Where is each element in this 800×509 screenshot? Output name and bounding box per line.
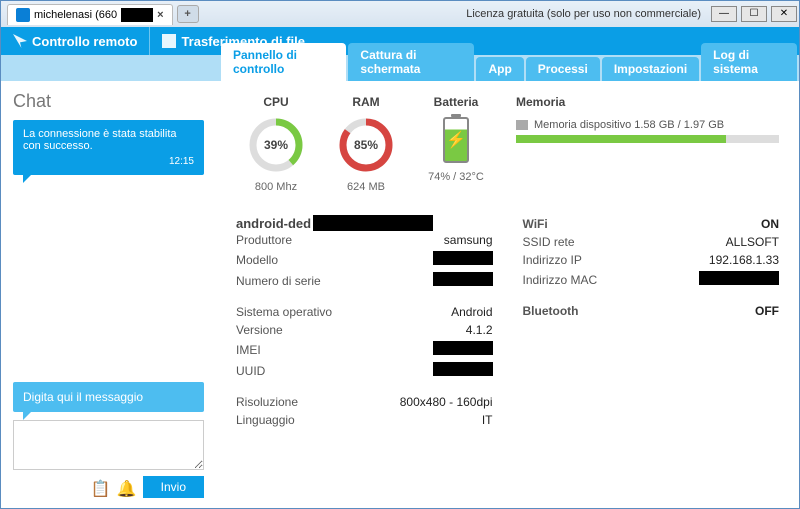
tab-title: michelenasi (660 — [34, 9, 117, 21]
chat-input-hint: Digita qui il messaggio — [13, 382, 204, 412]
tab-app[interactable]: App — [476, 57, 523, 81]
file-transfer-icon — [162, 34, 176, 48]
tab-screenshot[interactable]: Cattura di schermata — [348, 43, 474, 81]
maximize-button[interactable]: ☐ — [741, 6, 767, 22]
memory-text: Memoria dispositivo 1.58 GB / 1.97 GB — [534, 119, 724, 131]
tab-processes[interactable]: Processi — [526, 57, 600, 81]
cursor-icon — [13, 34, 27, 48]
cpu-label: CPU — [236, 95, 316, 109]
license-text: Licenza gratuita (solo per uso non comme… — [466, 8, 701, 20]
ram-donut: 85% — [338, 117, 394, 173]
ram-pct: 85% — [338, 117, 394, 173]
main-tabs: Pannello di controllo Cattura di scherma… — [1, 55, 799, 81]
battery-sub: 74% / 32°C — [416, 171, 496, 183]
dashboard-content: CPU 39% 800 Mhz RAM 85% 624 MB Batteria … — [216, 81, 799, 508]
nudge-icon[interactable]: 🔔 — [117, 479, 133, 495]
device-name: android-ded — [236, 215, 493, 231]
cpu-sub: 800 Mhz — [236, 181, 316, 193]
minimize-button[interactable]: — — [711, 6, 737, 22]
chat-input[interactable] — [13, 420, 204, 470]
redacted — [699, 271, 779, 285]
memory-bar — [516, 135, 779, 143]
tab-syslog[interactable]: Log di sistema — [701, 43, 797, 81]
chat-panel: Chat La connessione è stata stabilita co… — [1, 81, 216, 508]
clipboard-icon[interactable]: 📋 — [91, 479, 107, 495]
battery-label: Batteria — [416, 95, 496, 109]
chat-message-time: 12:15 — [23, 156, 194, 167]
ram-gauge: RAM 85% 624 MB — [326, 95, 406, 193]
device-column: android-ded Produttoresamsung Modello Nu… — [236, 215, 493, 429]
close-tab-icon[interactable]: × — [157, 9, 163, 21]
network-column: WiFiON SSID reteALLSOFT Indirizzo IP192.… — [523, 215, 780, 429]
cpu-donut: 39% — [248, 117, 304, 173]
new-tab-button[interactable]: + — [177, 5, 199, 23]
redacted — [433, 362, 493, 376]
send-button[interactable]: Invio — [143, 476, 204, 498]
ram-sub: 624 MB — [326, 181, 406, 193]
memory-block: Memoria Memoria dispositivo 1.58 GB / 1.… — [516, 95, 779, 143]
chat-message-text: La connessione è stata stabilita con suc… — [23, 128, 177, 152]
tab-settings[interactable]: Impostazioni — [602, 57, 699, 81]
redacted — [433, 272, 493, 286]
tab-dashboard[interactable]: Pannello di controllo — [221, 43, 346, 81]
remote-label: Controllo remoto — [32, 34, 137, 49]
close-button[interactable]: ✕ — [771, 6, 797, 22]
app-icon — [16, 8, 30, 22]
battery-gauge: Batteria ⚡ 74% / 32°C — [416, 95, 496, 183]
redacted — [121, 8, 153, 22]
redacted — [433, 251, 493, 265]
cpu-gauge: CPU 39% 800 Mhz — [236, 95, 316, 193]
titlebar: michelenasi (660 × + Licenza gratuita (s… — [1, 1, 799, 27]
redacted — [433, 341, 493, 355]
ram-label: RAM — [326, 95, 406, 109]
battery-icon: ⚡ — [443, 117, 469, 163]
chat-heading: Chat — [13, 91, 204, 112]
redacted — [313, 215, 433, 231]
memory-label: Memoria — [516, 95, 779, 109]
cpu-pct: 39% — [248, 117, 304, 173]
remote-control-button[interactable]: Controllo remoto — [1, 27, 150, 55]
memory-chip-icon — [516, 120, 528, 130]
window-tab[interactable]: michelenasi (660 × — [7, 4, 173, 25]
chat-message: La connessione è stata stabilita con suc… — [13, 120, 204, 175]
